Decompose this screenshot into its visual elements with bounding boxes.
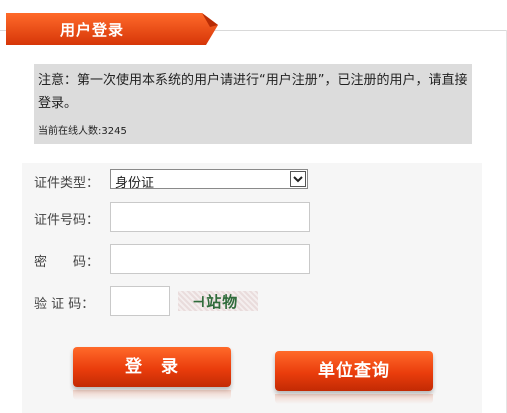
unit-query-button[interactable]: 单位查询: [275, 351, 433, 391]
login-button[interactable]: 登 录: [73, 347, 231, 387]
password-input[interactable]: [110, 244, 310, 274]
captcha-image-text: ⊣站物: [192, 293, 239, 311]
notice-text: 注意：第一次使用本系统的用户请进行“用户注册”，已注册的用户，请直接登录。: [38, 73, 468, 111]
unit-query-button-label: 单位查询: [318, 361, 390, 381]
id-type-select[interactable]: 身份证: [110, 169, 308, 191]
id-type-label: 证件类型：: [34, 176, 100, 191]
notice-box: 注意：第一次使用本系统的用户请进行“用户注册”，已注册的用户，请直接登录。 当前…: [34, 64, 472, 144]
captcha-image[interactable]: ⊣站物: [178, 291, 258, 311]
password-label: 密 码：: [34, 255, 100, 270]
login-button-label: 登 录: [125, 357, 179, 377]
id-number-label: 证件号码：: [34, 213, 100, 228]
page-title-ribbon: 用户登录: [6, 13, 218, 45]
login-button-reflection: [73, 390, 231, 400]
page-title: 用户登录: [60, 21, 125, 39]
online-count: 当前在线人数:3245: [38, 126, 127, 137]
captcha-label: 验 证 码：: [34, 297, 95, 312]
unit-query-button-reflection: [275, 394, 433, 404]
captcha-input[interactable]: [110, 286, 170, 316]
id-number-input[interactable]: [110, 202, 310, 232]
chevron-down-icon[interactable]: [290, 171, 306, 187]
id-type-selected-value: 身份证: [115, 176, 155, 191]
